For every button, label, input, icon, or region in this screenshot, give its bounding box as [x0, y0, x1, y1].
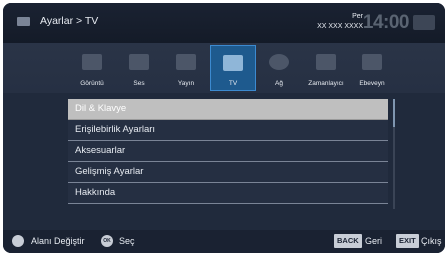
antenna-icon: [176, 54, 196, 70]
scrollbar[interactable]: [393, 99, 395, 209]
tab-ebeveyn[interactable]: Ebeveyn: [350, 43, 394, 93]
back-hint: Geri: [365, 236, 383, 246]
list-item-dil-klavye[interactable]: Dil & Klavye: [68, 99, 388, 120]
clock-indicator-icon: [413, 15, 435, 30]
tab-yayin[interactable]: Yayın: [164, 43, 208, 93]
sound-icon: [129, 54, 149, 70]
list-item-erisilebirlik[interactable]: Erişilebirlik Ayarları: [68, 120, 388, 141]
list-item-aksesuarlar[interactable]: Aksesuarlar: [68, 141, 388, 162]
ok-key-icon: OK: [101, 235, 113, 247]
parental-icon: [362, 54, 382, 70]
day-label: Per: [352, 13, 363, 20]
date-label: XX XXX XXXX: [317, 23, 363, 30]
clock-time: 14:00: [362, 12, 410, 33]
calendar-icon: [316, 54, 336, 70]
category-bar: Görüntü Ses Yayın TV Ağ Zamanlayıcı Ebev…: [3, 43, 445, 93]
scrollbar-thumb[interactable]: [393, 99, 395, 127]
picture-icon: [82, 54, 102, 70]
menu-icon: [17, 17, 30, 26]
tv-icon: [223, 55, 243, 71]
ok-hint: Seç: [119, 236, 135, 246]
tv-settings-screen: Ayarlar > TV Per XX XXX XXXX 14:00 Görün…: [3, 3, 445, 253]
dpad-icon: [12, 235, 24, 247]
list-item-gelismis[interactable]: Gelişmiş Ayarlar: [68, 162, 388, 183]
tab-goruntu[interactable]: Görüntü: [70, 43, 114, 93]
tab-label: Ebeveyn: [359, 80, 385, 87]
globe-icon: [269, 54, 289, 70]
nav-hint: Alanı Değiştir: [31, 236, 85, 246]
footer: Alanı Değiştir OK Seç BACK Geri EXIT Çık…: [3, 230, 445, 253]
header: Ayarlar > TV Per XX XXX XXXX 14:00: [3, 3, 445, 43]
exit-key: EXIT: [396, 234, 419, 248]
tab-ses[interactable]: Ses: [117, 43, 161, 93]
exit-hint: Çıkış: [421, 236, 442, 246]
list-item-hakkinda[interactable]: Hakkında: [68, 183, 388, 204]
breadcrumb: Ayarlar > TV: [40, 15, 99, 27]
tab-ag[interactable]: Ağ: [257, 43, 301, 93]
back-key: BACK: [334, 234, 362, 248]
settings-list: Dil & Klavye Erişilebirlik Ayarları Akse…: [68, 99, 388, 204]
